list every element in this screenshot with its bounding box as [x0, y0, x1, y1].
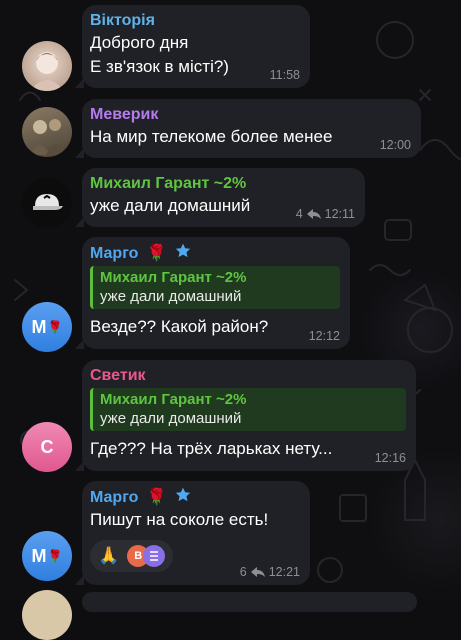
- message-bubble[interactable]: Марго 🌹 Михаил Гарант ~2% уже дали домаш…: [75, 237, 350, 349]
- message-text: На мир телекоме более менее: [90, 127, 333, 146]
- reaction-chip[interactable]: 🙏 В: [90, 540, 174, 572]
- avatar: [22, 590, 72, 640]
- sender-name[interactable]: Меверик: [90, 105, 411, 125]
- rose-icon: 🌹: [146, 489, 167, 506]
- message-text: Везде?? Какой район?: [90, 317, 269, 336]
- bubble-tail: [75, 575, 84, 585]
- message-time: 12:00: [379, 138, 411, 152]
- message-bubble[interactable]: Марго 🌹 Пишут на соколе есть! 🙏 В 6 12:2…: [75, 481, 310, 585]
- sender-name-text: Марго: [90, 245, 139, 262]
- message-time: 11:58: [269, 68, 300, 82]
- sender-name-text: Марго: [90, 489, 139, 506]
- reaction-avatar-initial: В: [134, 550, 143, 562]
- bubble-tail: [75, 148, 84, 158]
- quote-text: уже дали домашний: [100, 410, 242, 427]
- message-meta: 12:16: [375, 451, 406, 465]
- avatar[interactable]: М 🌹: [22, 302, 72, 352]
- reply-icon[interactable]: [250, 566, 266, 578]
- message-text: Доброго дня: [90, 33, 189, 52]
- avatar[interactable]: М 🌹: [22, 531, 72, 581]
- message-bubble[interactable]: Меверик На мир телекоме более менее 12:0…: [75, 99, 421, 158]
- reply-quote[interactable]: Михаил Гарант ~2% уже дали домашний: [90, 388, 406, 431]
- message-meta: 6 12:21: [240, 565, 300, 579]
- avatar-photo-icon: [30, 119, 66, 155]
- rose-icon: 🌹: [47, 320, 63, 334]
- message-meta: 12:00: [380, 138, 411, 152]
- message-meta: 4 12:11: [296, 207, 355, 221]
- sender-name[interactable]: Вікторія: [90, 11, 300, 31]
- message-text: Е зв'язок в місті?): [90, 57, 229, 76]
- avatar[interactable]: [22, 178, 72, 228]
- avatar[interactable]: С: [22, 422, 72, 472]
- message-time: 12:11: [324, 207, 355, 221]
- bubble-tail: [75, 461, 84, 471]
- message-bubble[interactable]: Михаил Гарант ~2% уже дали домашний 4 12…: [75, 168, 365, 227]
- message-bubble[interactable]: Светик Михаил Гарант ~2% уже дали домашн…: [75, 360, 416, 471]
- sender-name[interactable]: Марго 🌹: [90, 243, 340, 264]
- message-time: 12:16: [374, 451, 406, 465]
- bubble-tail: [75, 339, 84, 349]
- rose-icon: 🌹: [146, 245, 167, 262]
- message-meta: 12:12: [309, 329, 340, 343]
- message-bubble[interactable]: Вікторія Доброго дня Е зв'язок в місті?)…: [75, 5, 310, 88]
- sender-name[interactable]: Светик: [90, 366, 406, 386]
- avatar-initials: С: [40, 436, 54, 457]
- message-time: 12:21: [268, 565, 300, 579]
- reply-count[interactable]: 6: [240, 565, 247, 579]
- bubble-tail: [75, 78, 84, 88]
- message-time: 12:12: [308, 329, 340, 343]
- quote-text: уже дали домашний: [100, 288, 242, 305]
- message-text: Где??? На трёх ларьках нету...: [90, 439, 333, 458]
- message-meta: 11:58: [270, 68, 300, 82]
- star-icon: [176, 243, 191, 258]
- avatar[interactable]: [22, 107, 72, 157]
- quote-sender: Михаил Гарант ~2%: [100, 391, 247, 408]
- message-text: Пишут на соколе есть!: [90, 510, 269, 529]
- cap-icon: [33, 194, 63, 210]
- reaction-avatar: [143, 545, 166, 567]
- bubble-tail: [75, 217, 84, 227]
- reply-count[interactable]: 4: [296, 207, 303, 221]
- avatar-initials: М: [31, 316, 47, 337]
- avatar[interactable]: [22, 41, 72, 91]
- avatar-photo-icon: [30, 52, 64, 91]
- sender-name[interactable]: Марго 🌹: [90, 487, 300, 508]
- quote-sender: Михаил Гарант ~2%: [100, 269, 247, 286]
- reaction-emoji: 🙏: [98, 546, 120, 565]
- rose-icon: 🌹: [47, 549, 63, 563]
- sender-name[interactable]: Михаил Гарант ~2%: [90, 174, 355, 194]
- reply-quote[interactable]: Михаил Гарант ~2% уже дали домашний: [90, 266, 340, 309]
- next-message-partial: [82, 592, 417, 612]
- star-icon: [176, 487, 191, 502]
- menu-lines-icon: [150, 551, 159, 561]
- reply-icon[interactable]: [306, 208, 322, 220]
- avatar-initials: М: [31, 545, 47, 566]
